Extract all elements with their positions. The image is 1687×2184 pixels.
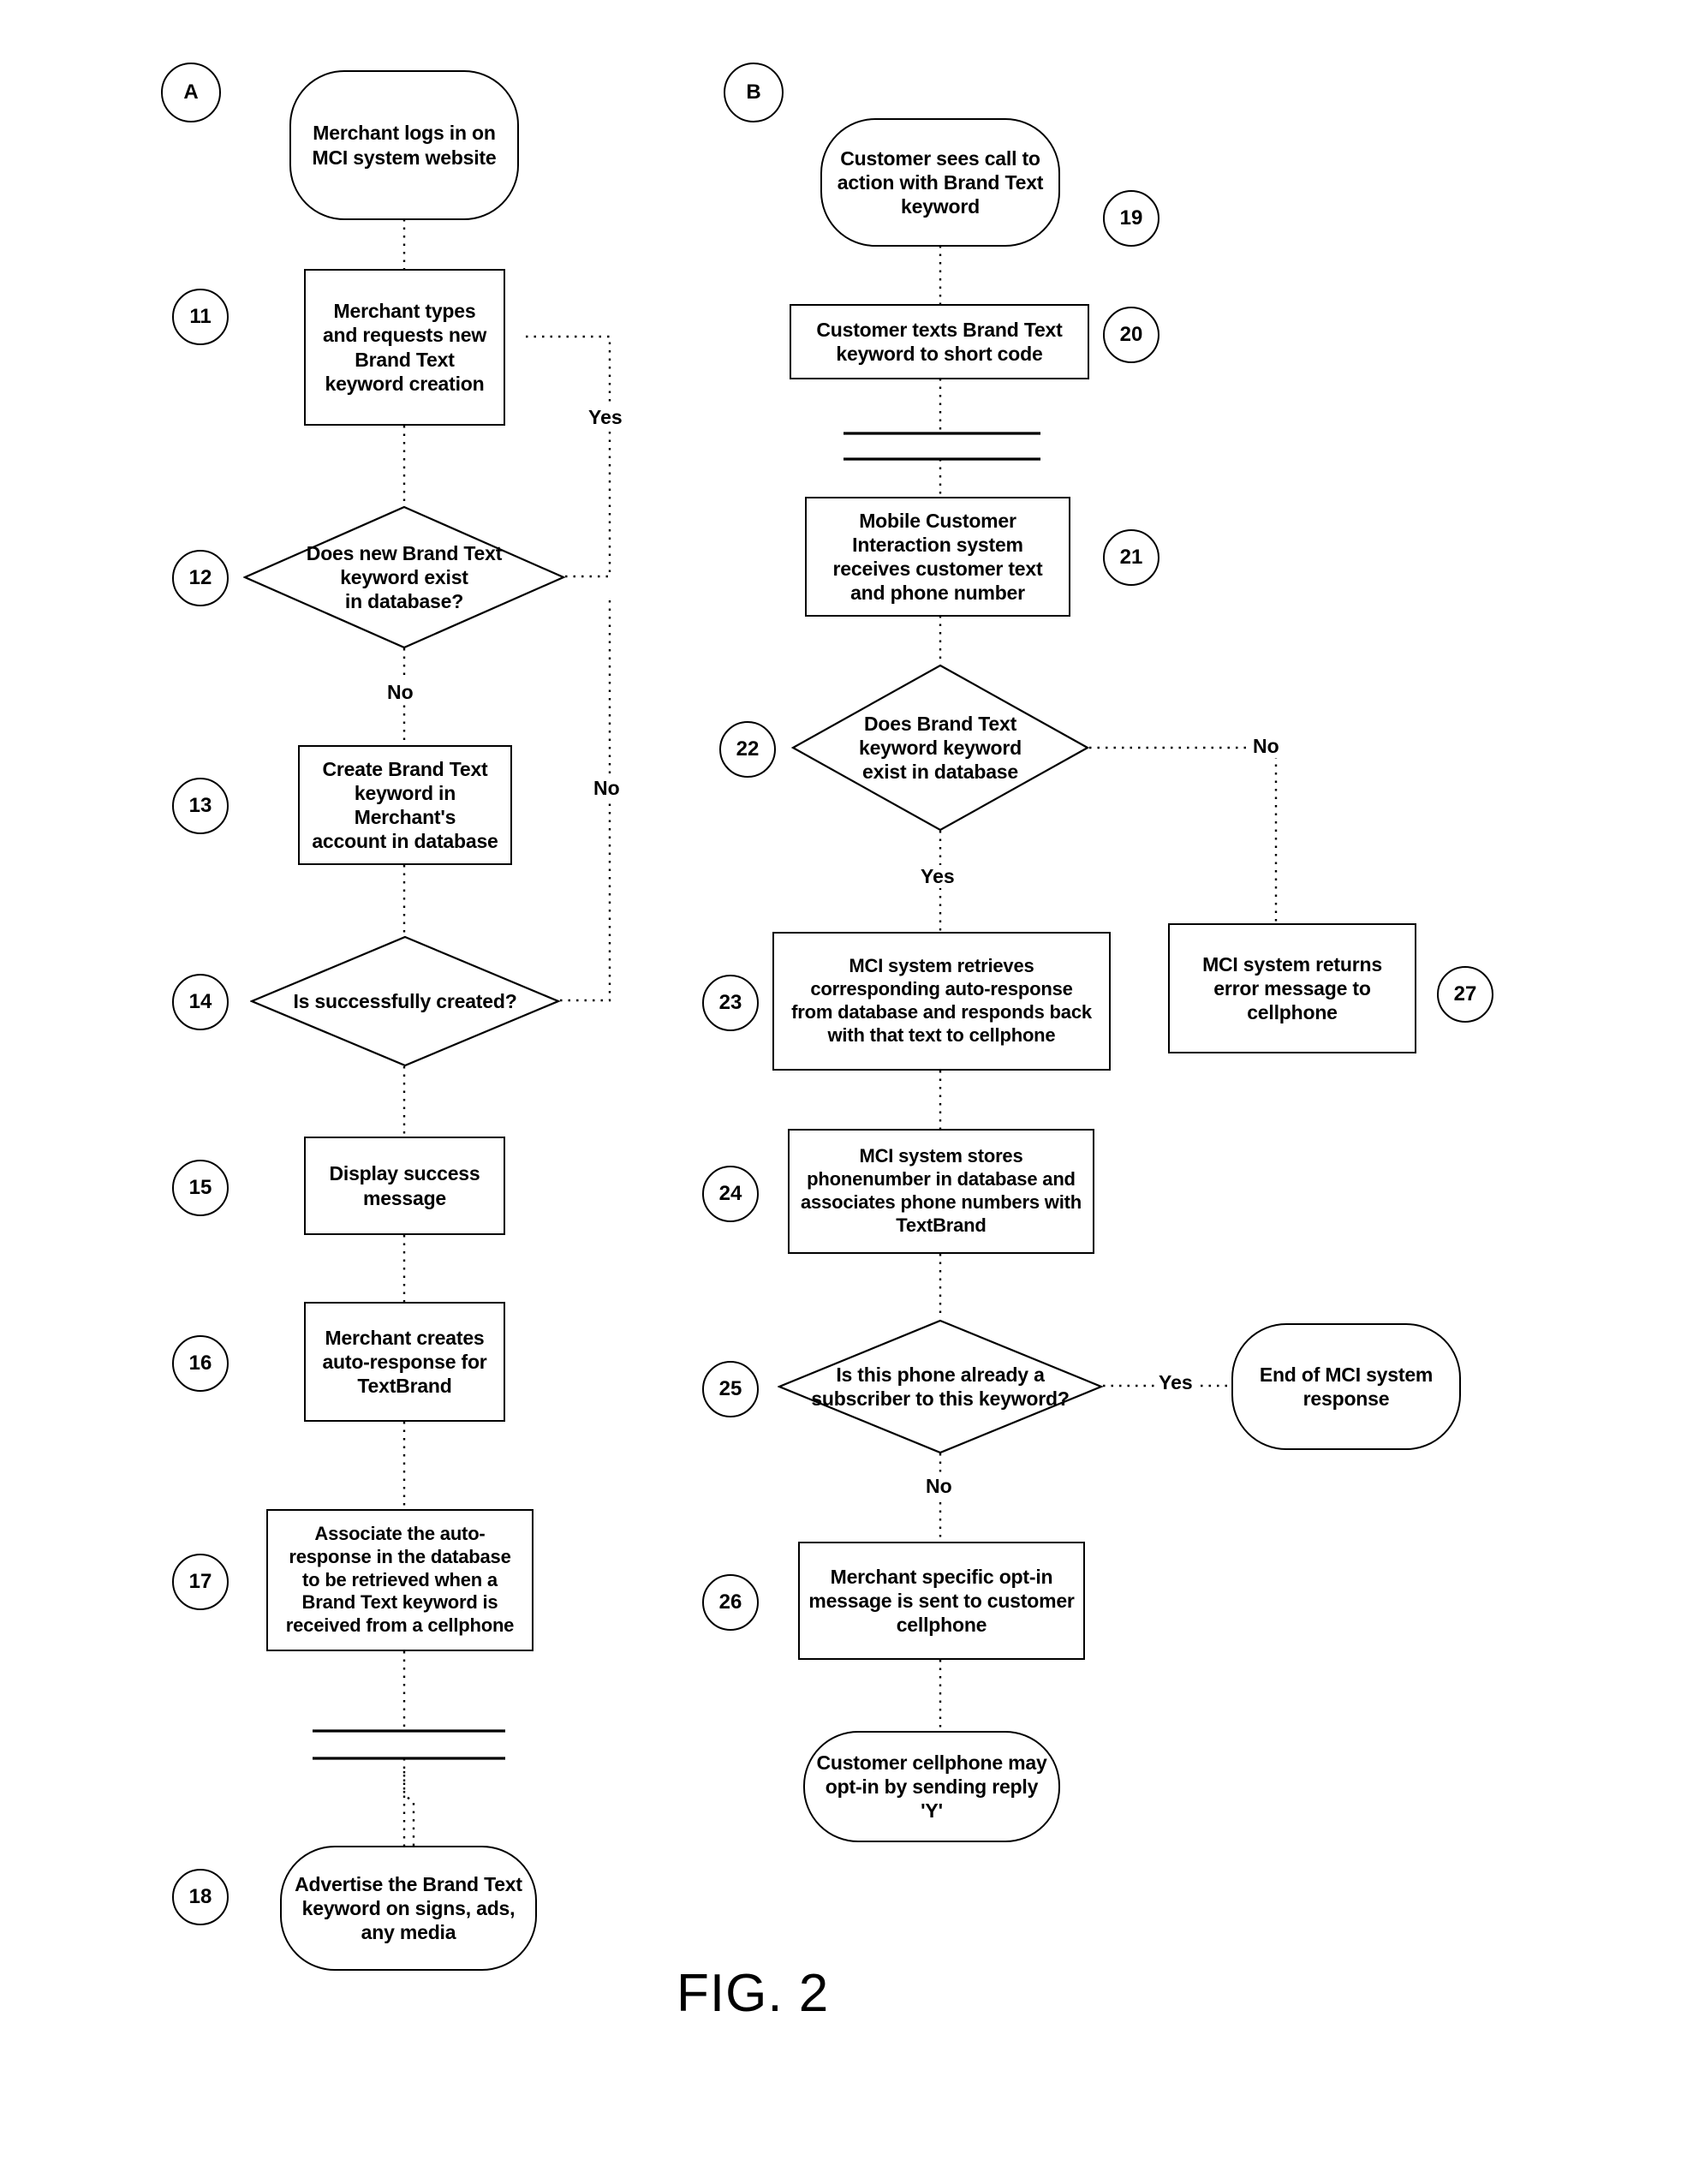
ref-circle-12: 12 bbox=[172, 550, 229, 606]
node-23-mci-retrieves-autoresponse: MCI system retrieves corresponding auto-… bbox=[772, 932, 1111, 1071]
ref-circle-26: 26 bbox=[702, 1574, 759, 1631]
node-20-customer-texts-keyword: Customer texts Brand Text keyword to sho… bbox=[790, 304, 1089, 379]
node-end-mci-response-text: End of MCI system response bbox=[1259, 1363, 1434, 1410]
connector-b-label: B bbox=[746, 81, 761, 104]
connector-circle-b: B bbox=[724, 63, 784, 122]
connector-circle-a: A bbox=[161, 63, 221, 122]
ref-circle-27: 27 bbox=[1437, 966, 1493, 1023]
node-customer-optin-reply: Customer cellphone may opt-in by sending… bbox=[803, 1731, 1060, 1842]
connector-a-label: A bbox=[183, 81, 199, 104]
ref-15-label: 15 bbox=[188, 1176, 212, 1199]
node-19-customer-sees-cta: Customer sees call to action with Brand … bbox=[820, 118, 1060, 247]
ref-12-label: 12 bbox=[188, 566, 212, 589]
node-23-text: MCI system retrieves corresponding auto-… bbox=[791, 955, 1092, 1046]
ref-circle-13: 13 bbox=[172, 778, 229, 834]
node-15-display-success: Display success message bbox=[304, 1137, 505, 1235]
node-18-text: Advertise the Brand Text keyword on sign… bbox=[295, 1872, 522, 1944]
node-24-mci-stores-phonenumber: MCI system stores phonenumber in databas… bbox=[788, 1129, 1094, 1254]
node-27-text: MCI system returns error message to cell… bbox=[1202, 952, 1382, 1024]
node-11-text: Merchant types and requests new Brand Te… bbox=[322, 300, 487, 395]
edge-label-yes-22: Yes bbox=[916, 865, 959, 888]
ref-circle-24: 24 bbox=[702, 1166, 759, 1222]
ref-circle-25: 25 bbox=[702, 1361, 759, 1417]
ref-21-label: 21 bbox=[1119, 546, 1143, 569]
ref-circle-15: 15 bbox=[172, 1160, 229, 1216]
node-12-text: Does new Brand Text keyword exist in dat… bbox=[306, 541, 503, 613]
node-27-mci-returns-error: MCI system returns error message to cell… bbox=[1168, 923, 1416, 1053]
node-18-advertise-keyword: Advertise the Brand Text keyword on sign… bbox=[280, 1846, 537, 1971]
ref-circle-11: 11 bbox=[172, 289, 229, 345]
node-14-success-decision: Is successfully created? bbox=[250, 935, 560, 1067]
node-21-mci-receives-text: Mobile Customer Interaction system recei… bbox=[805, 497, 1070, 617]
node-end-mci-response: End of MCI system response bbox=[1231, 1323, 1461, 1450]
ref-circle-23: 23 bbox=[702, 975, 759, 1031]
node-merchant-login: Merchant logs in on MCI system website bbox=[289, 70, 519, 220]
node-13-text: Create Brand Text keyword in Merchant's … bbox=[312, 757, 498, 853]
node-21-text: Mobile Customer Interaction system recei… bbox=[832, 509, 1043, 605]
figure-caption: FIG. 2 bbox=[677, 1964, 830, 2023]
node-13-create-keyword: Create Brand Text keyword in Merchant's … bbox=[298, 745, 512, 865]
node-16-create-autoresponse: Merchant creates auto-response for TextB… bbox=[304, 1302, 505, 1422]
node-14-text: Is successfully created? bbox=[293, 989, 517, 1012]
ref-circle-16: 16 bbox=[172, 1335, 229, 1392]
ref-17-label: 17 bbox=[188, 1570, 212, 1593]
node-16-text: Merchant creates auto-response for TextB… bbox=[322, 1326, 487, 1398]
node-26-text: Merchant specific opt-in message is sent… bbox=[808, 1565, 1075, 1637]
ref-circle-21: 21 bbox=[1103, 529, 1159, 586]
ref-23-label: 23 bbox=[718, 991, 742, 1014]
node-17-text: Associate the auto- response in the data… bbox=[285, 1522, 515, 1637]
ref-11-label: 11 bbox=[189, 305, 212, 328]
node-25-text: Is this phone already a subscriber to th… bbox=[811, 1363, 1070, 1410]
ref-circle-22: 22 bbox=[719, 721, 776, 778]
edge-label-no-22: No bbox=[1249, 735, 1284, 758]
ref-circle-20: 20 bbox=[1103, 307, 1159, 363]
node-merchant-login-text: Merchant logs in on MCI system website bbox=[312, 122, 497, 169]
ref-circle-18: 18 bbox=[172, 1869, 229, 1925]
node-22-keyword-exists-decision: Does Brand Text keyword keyword exist in… bbox=[791, 664, 1089, 832]
ref-14-label: 14 bbox=[188, 990, 212, 1013]
node-11-request-keyword: Merchant types and requests new Brand Te… bbox=[304, 269, 505, 426]
ref-22-label: 22 bbox=[736, 737, 760, 761]
node-customer-optin-reply-text: Customer cellphone may opt-in by sending… bbox=[816, 1751, 1047, 1823]
edge-label-no-12: No bbox=[383, 681, 418, 704]
node-24-text: MCI system stores phonenumber in databas… bbox=[801, 1145, 1082, 1236]
node-20-text: Customer texts Brand Text keyword to sho… bbox=[816, 318, 1063, 365]
node-12-keyword-exists-decision: Does new Brand Text keyword exist in dat… bbox=[243, 505, 565, 649]
ref-circle-19: 19 bbox=[1103, 190, 1159, 247]
node-17-associate-autoresponse: Associate the auto- response in the data… bbox=[266, 1509, 534, 1651]
ref-13-label: 13 bbox=[188, 794, 212, 817]
ref-25-label: 25 bbox=[718, 1377, 742, 1400]
node-26-optin-message: Merchant specific opt-in message is sent… bbox=[798, 1542, 1085, 1660]
ref-27-label: 27 bbox=[1453, 982, 1477, 1005]
edge-label-no-14: No bbox=[589, 777, 624, 800]
node-15-text: Display success message bbox=[329, 1162, 480, 1209]
ref-24-label: 24 bbox=[718, 1182, 742, 1205]
node-25-subscriber-decision: Is this phone already a subscriber to th… bbox=[778, 1319, 1103, 1454]
edge-label-no-25: No bbox=[921, 1475, 957, 1498]
ref-18-label: 18 bbox=[188, 1885, 212, 1908]
ref-16-label: 16 bbox=[188, 1352, 212, 1375]
ref-20-label: 20 bbox=[1119, 323, 1143, 346]
node-19-text: Customer sees call to action with Brand … bbox=[837, 146, 1044, 218]
node-22-text: Does Brand Text keyword keyword exist in… bbox=[858, 712, 1022, 784]
ref-circle-17: 17 bbox=[172, 1554, 229, 1610]
edge-label-yes-12: Yes bbox=[584, 406, 627, 429]
flowchart-figure: A B Merchant logs in on MCI system websi… bbox=[0, 0, 1687, 2184]
ref-19-label: 19 bbox=[1119, 206, 1143, 230]
ref-circle-14: 14 bbox=[172, 974, 229, 1030]
ref-26-label: 26 bbox=[718, 1590, 742, 1614]
edge-label-yes-25: Yes bbox=[1154, 1371, 1197, 1394]
